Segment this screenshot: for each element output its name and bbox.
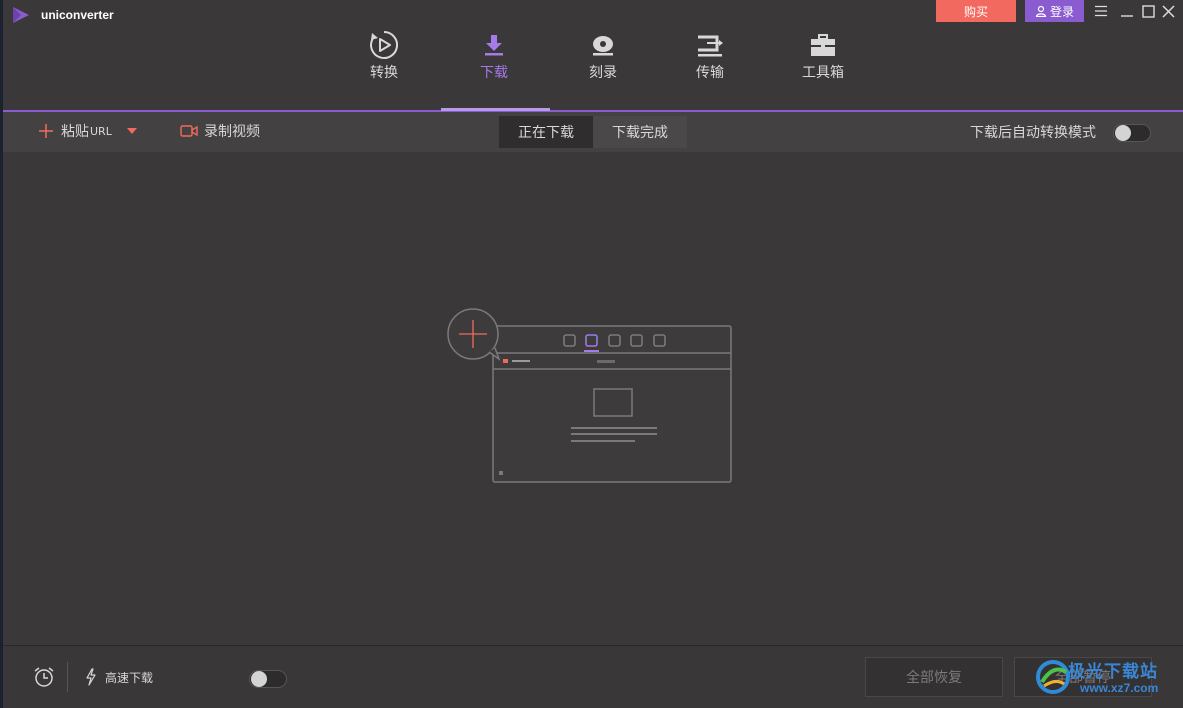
footer-bar: 高速下载 全部恢复 全部暂停 bbox=[3, 645, 1183, 708]
title-bar: uniconverter 购买 登录 转换 下载 刻录 传输 工具箱 bbox=[3, 0, 1183, 112]
alarm-clock-icon[interactable] bbox=[33, 666, 55, 692]
play-logo-icon bbox=[13, 7, 29, 23]
convert-icon bbox=[369, 30, 399, 60]
app-window: uniconverter 购买 登录 转换 下载 刻录 传输 工具箱 粘贴 UR… bbox=[3, 0, 1183, 708]
close-icon[interactable] bbox=[1158, 2, 1178, 20]
record-video-button[interactable]: 录制视频 bbox=[180, 121, 260, 141]
resume-all-button[interactable]: 全部恢复 bbox=[865, 657, 1003, 697]
watermark-site: 极光下载站 bbox=[1068, 662, 1158, 682]
lightning-icon bbox=[86, 668, 96, 686]
login-label: 登录 bbox=[1049, 4, 1074, 19]
menu-icon[interactable] bbox=[1091, 2, 1111, 20]
minimize-icon[interactable] bbox=[1117, 2, 1137, 20]
toggle-knob bbox=[251, 671, 267, 687]
login-button[interactable]: 登录 bbox=[1025, 0, 1084, 22]
download-list-empty bbox=[3, 152, 1183, 645]
user-icon bbox=[1035, 5, 1047, 17]
burn-icon bbox=[588, 30, 618, 60]
nav-convert-label: 转换 bbox=[370, 65, 398, 81]
download-toolbar: 粘贴 URL 录制视频 正在下载 下载完成 下载后自动转换模式 bbox=[3, 112, 1183, 152]
transfer-icon bbox=[695, 30, 725, 60]
nav-toolbox-label: 工具箱 bbox=[802, 65, 844, 81]
video-camera-icon bbox=[180, 125, 198, 137]
watermark-logo-icon bbox=[1036, 660, 1070, 694]
tab-downloading[interactable]: 正在下载 bbox=[499, 116, 593, 148]
toggle-knob bbox=[1115, 125, 1131, 141]
fast-download: 高速下载 bbox=[85, 668, 153, 686]
tab-completed[interactable]: 下载完成 bbox=[593, 116, 687, 148]
auto-convert-toggle[interactable] bbox=[1113, 124, 1151, 142]
toolbox-icon bbox=[808, 30, 838, 60]
nav-burn[interactable]: 刻录 bbox=[563, 30, 643, 92]
watermark-url: www.xz7.com bbox=[1080, 681, 1159, 695]
buy-button[interactable]: 购买 bbox=[936, 0, 1016, 22]
paste-url-button[interactable]: 粘贴 URL bbox=[39, 121, 137, 141]
active-tab-indicator bbox=[441, 108, 550, 111]
chevron-down-icon[interactable] bbox=[126, 128, 137, 134]
app-name: uniconverter bbox=[41, 8, 114, 22]
paste-url-suffix: URL bbox=[90, 124, 112, 138]
nav-toolbox[interactable]: 工具箱 bbox=[783, 30, 863, 92]
fast-download-toggle[interactable] bbox=[249, 670, 287, 688]
auto-convert-label: 下载后自动转换模式 bbox=[970, 125, 1096, 141]
footer-divider bbox=[67, 662, 68, 692]
brand: uniconverter bbox=[11, 6, 114, 24]
site-watermark: 极光下载站 www.xz7.com bbox=[1034, 652, 1174, 702]
nav-download[interactable]: 下载 bbox=[454, 30, 534, 92]
download-icon bbox=[479, 30, 509, 60]
download-status-tabs: 正在下载 下载完成 bbox=[499, 116, 687, 148]
paste-label: 粘贴 bbox=[61, 124, 89, 140]
nav-convert[interactable]: 转换 bbox=[344, 30, 424, 92]
nav-download-label: 下载 bbox=[480, 65, 508, 81]
plus-icon bbox=[39, 124, 53, 138]
nav-transfer-label: 传输 bbox=[696, 65, 724, 81]
nav-burn-label: 刻录 bbox=[589, 65, 617, 81]
maximize-icon[interactable] bbox=[1138, 2, 1158, 20]
nav-transfer[interactable]: 传输 bbox=[670, 30, 750, 92]
fast-download-label: 高速下载 bbox=[105, 670, 154, 685]
record-label: 录制视频 bbox=[204, 124, 260, 140]
empty-state-illustration[interactable] bbox=[443, 307, 743, 497]
